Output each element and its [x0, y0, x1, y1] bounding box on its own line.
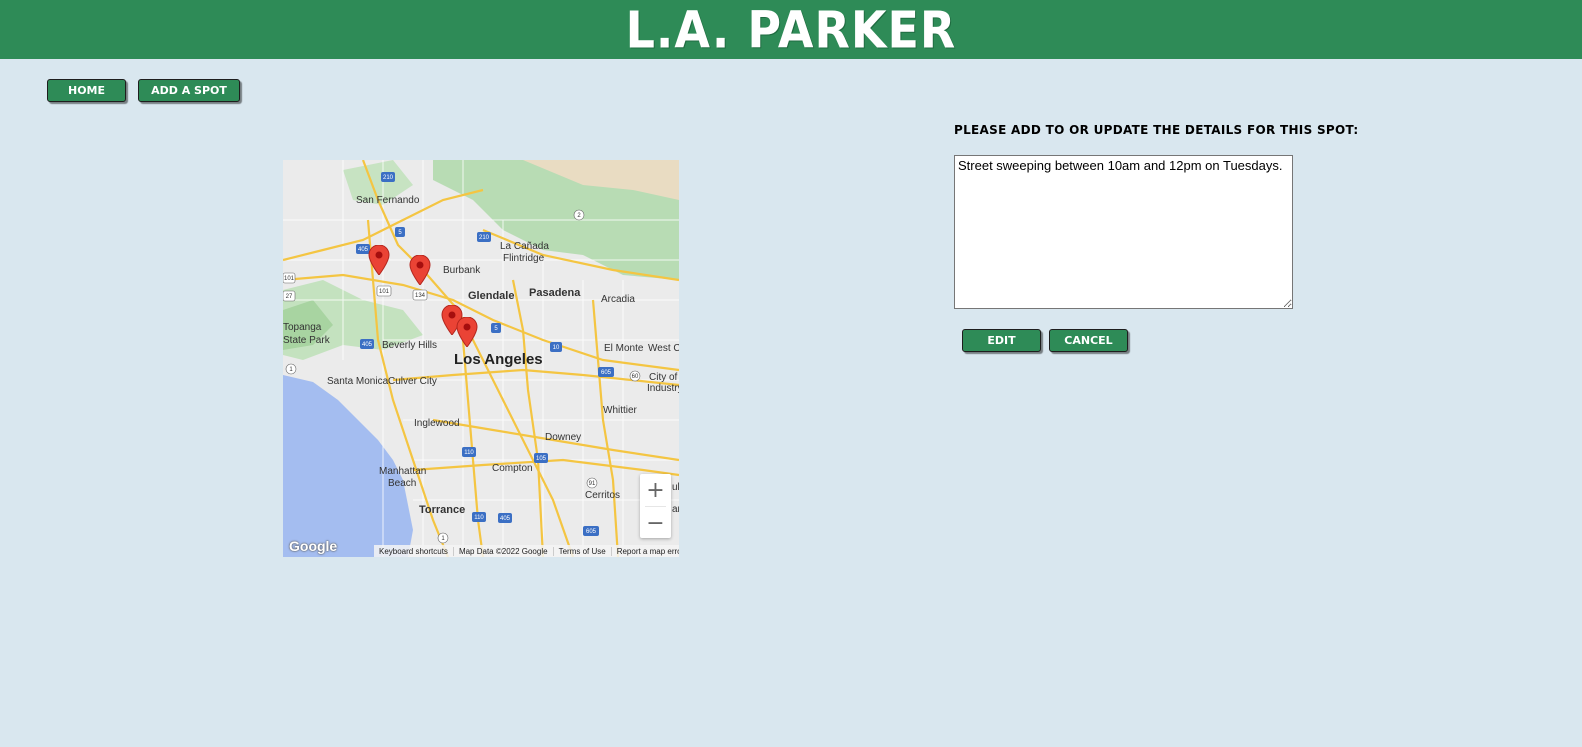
terms-of-use-link[interactable]: Terms of Use	[554, 546, 612, 556]
highway-shield-label: 60	[632, 374, 639, 380]
map-pin-icon[interactable]	[409, 255, 431, 285]
map-label: Topanga	[283, 322, 322, 333]
map-label: San Fernando	[356, 195, 420, 206]
keyboard-shortcuts-link[interactable]: Keyboard shortcuts	[374, 546, 454, 556]
highway-shield-label: 605	[586, 529, 597, 535]
map-attribution: Keyboard shortcuts Map Data ©2022 Google…	[374, 545, 679, 557]
map-label: Santa Monica	[327, 376, 389, 387]
map-pin-icon[interactable]	[368, 245, 390, 275]
map-label: Beverly Hills	[382, 340, 438, 351]
map[interactable]: 210 5 2 210 405 101 134 27 101 5 405 10 1 60 605 110 105…	[283, 160, 679, 557]
map-label: Compton	[492, 463, 533, 474]
map-label: Burbank	[443, 265, 481, 276]
map-data-text: Map Data ©2022 Google	[454, 546, 554, 556]
details-prompt: Please add to or update the details for …	[954, 123, 1359, 137]
map-label: State Park	[283, 335, 330, 346]
highway-shield-label: 134	[415, 293, 426, 299]
map-label: El Monte	[604, 343, 644, 354]
map-label: Culver City	[388, 376, 437, 387]
zoom-control: + −	[640, 474, 671, 538]
map-label: West C	[648, 343, 679, 354]
highway-shield-label: 110	[474, 515, 484, 521]
map-label: Arcadia	[601, 294, 635, 305]
app-title: L.A. PARKER	[625, 0, 957, 60]
map-label: an	[672, 504, 679, 515]
map-label: Industry	[647, 383, 679, 394]
map-label: Manhattan	[379, 466, 427, 477]
app-header: L.A. PARKER	[0, 0, 1582, 59]
map-label: ull	[672, 482, 679, 493]
report-map-error-link[interactable]: Report a map error	[612, 547, 679, 556]
highway-shield-label: 27	[286, 294, 293, 300]
map-label: Los Angeles	[454, 351, 543, 368]
map-pin-icon[interactable]	[456, 317, 478, 347]
highway-shield-label: 10	[553, 345, 560, 351]
map-label: La Cañada	[500, 241, 549, 252]
map-label: Pasadena	[529, 287, 581, 299]
zoom-in-button[interactable]: +	[640, 474, 671, 506]
highway-shield-label: 101	[379, 289, 390, 295]
map-label: Beach	[388, 478, 417, 489]
map-label: Glendale	[468, 290, 515, 302]
map-label: Torrance	[419, 504, 466, 516]
map-label: Whittier	[603, 405, 637, 416]
highway-shield-label: 101	[284, 276, 295, 282]
cancel-button[interactable]: Cancel	[1049, 329, 1128, 352]
highway-shield-label: 110	[464, 450, 474, 456]
map-label: Cerritos	[585, 490, 621, 501]
map-label: Downey	[545, 432, 582, 443]
edit-button[interactable]: Edit	[962, 329, 1041, 352]
map-label: Inglewood	[414, 418, 460, 429]
zoom-out-button[interactable]: −	[640, 507, 671, 539]
home-button[interactable]: Home	[47, 79, 126, 102]
spot-details-textarea[interactable]: Street sweeping between 10am and 12pm on…	[954, 155, 1293, 309]
highway-shield-label: 405	[362, 342, 373, 348]
google-logo[interactable]: Google	[289, 538, 337, 554]
highway-shield-label: 105	[536, 456, 547, 462]
highway-shield-label: 91	[589, 481, 596, 487]
highway-shield-label: 605	[601, 370, 612, 376]
add-spot-button[interactable]: Add a Spot	[138, 79, 240, 102]
map-label: City of	[649, 372, 678, 383]
highway-shield-label: 210	[479, 235, 490, 241]
highway-shield-label: 405	[500, 516, 511, 522]
highway-shield-label: 210	[383, 175, 394, 181]
map-label: Flintridge	[503, 253, 545, 264]
